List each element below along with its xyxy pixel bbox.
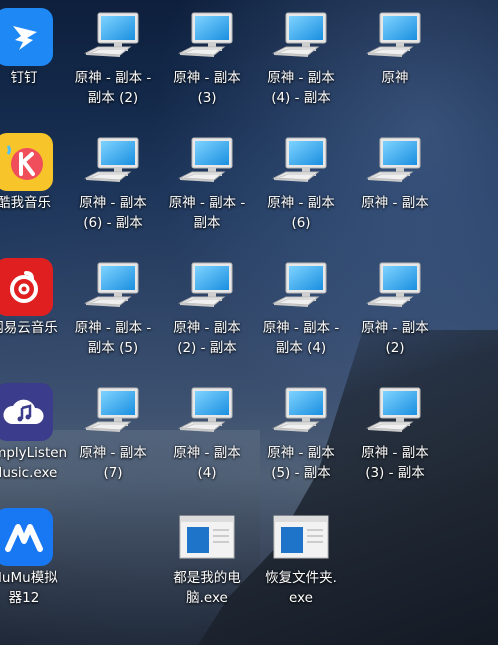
computer-icon xyxy=(177,258,237,316)
desktop-icon-label: 恢复文件夹. exe xyxy=(265,570,337,606)
desktop-icon-label: 原神 - 副本 (7) xyxy=(79,445,147,481)
computer-icon xyxy=(177,133,237,191)
desktop-icon-genshin-shortcut[interactable]: 原神 xyxy=(347,8,443,88)
desktop-icon-label: 原神 - 副本 - 副本 xyxy=(168,195,246,231)
desktop-icon-genshin-shortcut[interactable]: 原神 - 副本 (2) xyxy=(347,258,443,358)
desktop-icon-genshin-shortcut[interactable]: 原神 - 副本 (3) xyxy=(159,8,255,108)
computer-icon xyxy=(83,383,143,441)
mumu-emulator-icon xyxy=(0,508,53,566)
desktop-icon-genshin-shortcut[interactable]: 原神 - 副本 (4) xyxy=(159,383,255,483)
computer-icon xyxy=(83,258,143,316)
kuwo-music-icon xyxy=(0,133,53,191)
desktop-icon-exe-2[interactable]: 恢复文件夹. exe xyxy=(253,508,349,608)
desktop-icon-genshin-shortcut[interactable]: 原神 - 副本 - 副本 (2) xyxy=(65,8,161,108)
computer-icon xyxy=(365,383,425,441)
desktop-icon-label: 原神 - 副本 - 副本 (5) xyxy=(74,320,152,356)
computer-icon xyxy=(271,133,331,191)
desktop-icon-label: 原神 - 副本 (2) xyxy=(361,320,429,356)
desktop-icon-label: 原神 - 副本 (6) - 副本 xyxy=(79,195,147,231)
music-cloud-icon xyxy=(0,383,53,441)
dingtalk-icon xyxy=(0,8,53,66)
desktop-icon-exe-1[interactable]: 都是我的电 脑.exe xyxy=(159,508,255,608)
computer-icon xyxy=(365,8,425,66)
desktop-icon-genshin-shortcut[interactable]: 原神 - 副本 (2) - 副本 xyxy=(159,258,255,358)
netease-music-icon xyxy=(0,258,53,316)
desktop-icon-kuwo-music[interactable]: 酷我音乐 xyxy=(0,133,72,213)
desktop-icon-label: 原神 - 副本 (6) xyxy=(267,195,335,231)
computer-icon xyxy=(271,8,331,66)
desktop-icon-label: 原神 - 副本 (3) - 副本 xyxy=(361,445,429,481)
window-exe-icon xyxy=(273,515,329,559)
desktop-icon-genshin-shortcut[interactable]: 原神 - 副本 - 副本 (5) xyxy=(65,258,161,358)
desktop-icon-label: 原神 - 副本 xyxy=(361,195,429,211)
desktop-icon-netease-music[interactable]: 网易云音乐 xyxy=(0,258,72,338)
desktop-icon-genshin-shortcut[interactable]: 原神 - 副本 (5) - 副本 xyxy=(253,383,349,483)
computer-icon xyxy=(177,8,237,66)
computer-icon xyxy=(271,258,331,316)
desktop-icon-label: 原神 - 副本 - 副本 (4) xyxy=(262,320,340,356)
desktop-icon-label: 都是我的电 脑.exe xyxy=(173,570,241,606)
desktop-icon-label: 原神 xyxy=(381,70,409,86)
desktop-icon-label: 原神 - 副本 (5) - 副本 xyxy=(267,445,335,481)
desktop-icon-label: 钉钉 xyxy=(10,70,38,86)
desktop-icon-genshin-shortcut[interactable]: 原神 - 副本 (6) - 副本 xyxy=(65,133,161,233)
desktop-icon-genshin-shortcut[interactable]: 原神 - 副本 xyxy=(347,133,443,213)
desktop-icon-label: SimplyListen Music.exe xyxy=(0,445,68,481)
desktop-icon-label: 原神 - 副本 (4) xyxy=(173,445,241,481)
desktop-icon-genshin-shortcut[interactable]: 原神 - 副本 (3) - 副本 xyxy=(347,383,443,483)
desktop-icon-label: 网易云音乐 xyxy=(0,320,58,336)
computer-icon xyxy=(365,133,425,191)
desktop-icon-genshin-shortcut[interactable]: 原神 - 副本 (6) xyxy=(253,133,349,233)
desktop-icon-genshin-shortcut[interactable]: 原神 - 副本 (4) - 副本 xyxy=(253,8,349,108)
window-exe-icon xyxy=(179,515,235,559)
desktop-icon-genshin-shortcut[interactable]: 原神 - 副本 - 副本 xyxy=(159,133,255,233)
desktop-icon-dingtalk[interactable]: 钉钉 xyxy=(0,8,72,88)
computer-icon xyxy=(365,258,425,316)
desktop-icon-label: MuMu模拟 器12 xyxy=(0,570,58,606)
computer-icon xyxy=(177,383,237,441)
computer-icon xyxy=(271,383,331,441)
desktop-icon-label: 原神 - 副本 (3) xyxy=(173,70,241,106)
desktop-icon-label: 原神 - 副本 (4) - 副本 xyxy=(267,70,335,106)
computer-icon xyxy=(83,133,143,191)
desktop-icon-label: 原神 - 副本 - 副本 (2) xyxy=(74,70,152,106)
desktop-icon-label: 原神 - 副本 (2) - 副本 xyxy=(173,320,241,356)
desktop-icon-mumu-emulator[interactable]: MuMu模拟 器12 xyxy=(0,508,72,608)
desktop-icon-genshin-shortcut[interactable]: 原神 - 副本 - 副本 (4) xyxy=(253,258,349,358)
desktop-icon-genshin-shortcut[interactable]: 原神 - 副本 (7) xyxy=(65,383,161,483)
computer-icon xyxy=(83,8,143,66)
desktop-icon-simplylisten[interactable]: SimplyListen Music.exe xyxy=(0,383,72,483)
desktop-icon-label: 酷我音乐 xyxy=(0,195,51,211)
